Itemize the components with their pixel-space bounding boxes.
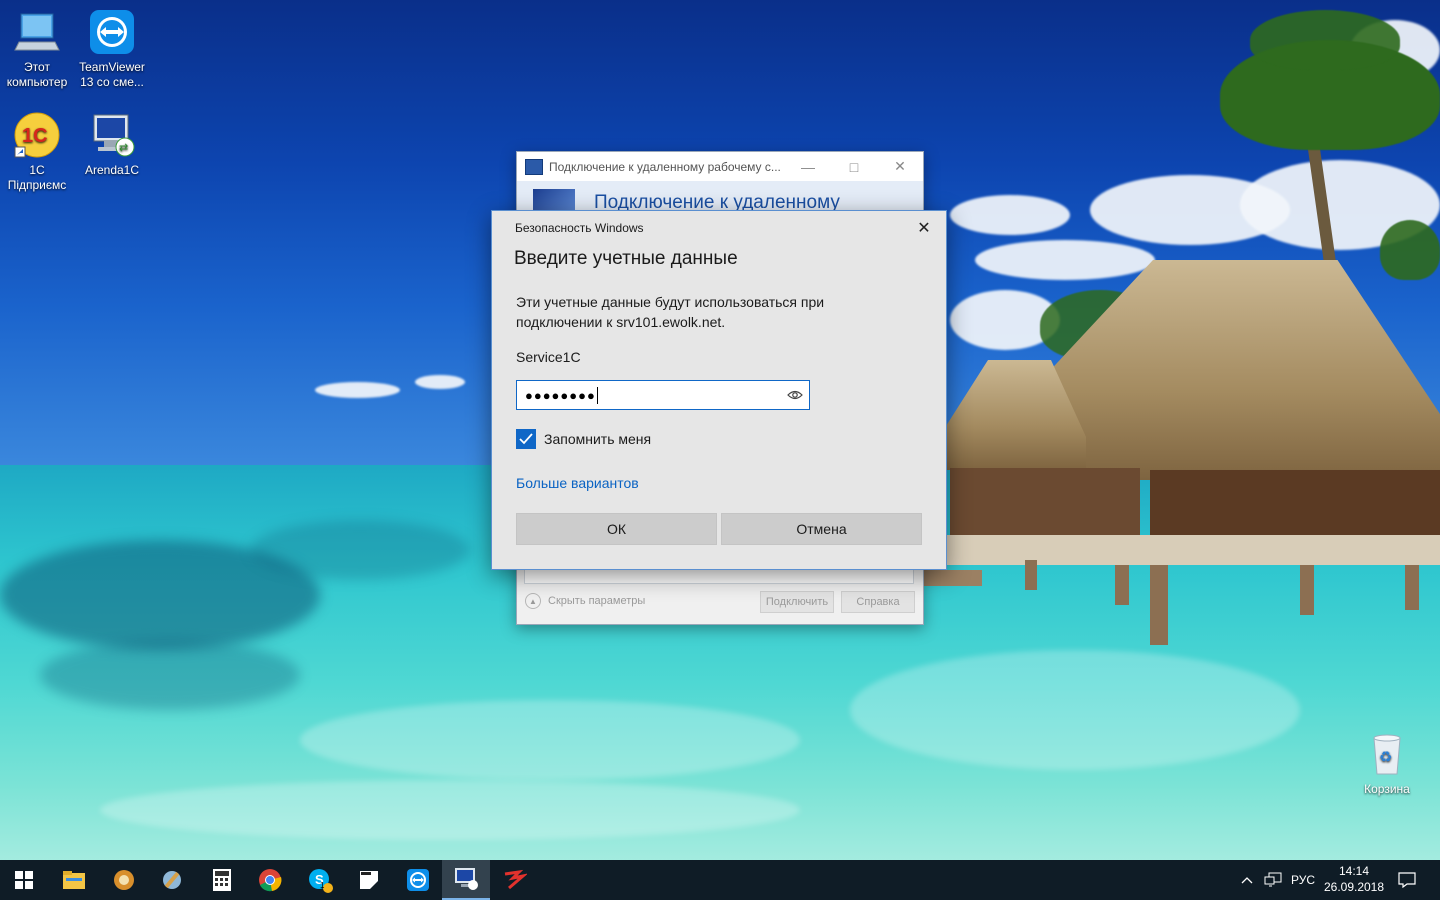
calculator-icon[interactable] [198,860,246,900]
desktop-icon-label: 13 со сме... [80,75,144,89]
desktop-icon-label: компьютер [6,75,68,89]
desktop-icon-label: Корзина [1364,782,1410,796]
minimize-icon[interactable]: — [785,152,831,181]
ok-button[interactable]: ОК [516,513,717,545]
close-icon[interactable]: ✕ [877,152,923,181]
close-icon[interactable]: ✕ [912,217,936,239]
skype-badge-count: 1 [320,881,325,890]
desktop-icon-1c[interactable]: 1C 1С Підприємс [0,111,74,193]
svg-text:♻: ♻ [1379,748,1392,766]
1c-launcher-icon[interactable] [100,860,148,900]
maximize-icon[interactable]: □ [831,152,877,181]
desktop-icon-label: TeamViewer [79,60,145,74]
clock[interactable]: 14:14 26.09.2018 [1318,863,1390,895]
desktop-icon-teamviewer[interactable]: TeamViewer 13 со сме... [75,8,149,90]
windows-security-dialog: Безопасность Windows ✕ Введите учетные д… [491,210,947,570]
taskbar: S 1 РУС 14:14 26.09.2018 [0,860,1440,900]
svg-text:1C: 1C [22,125,48,147]
1c-icon: 1C [13,111,61,159]
desktop-icon-label: Arenda1C [84,163,140,177]
more-options-link[interactable]: Больше вариантов [516,475,639,491]
clock-time: 14:14 [1338,864,1370,878]
text-caret [596,386,598,404]
desktop-icon-label: Этот [24,60,50,74]
rdp-banner: Подключение к удаленному [517,181,923,215]
desktop-icon-label: 1С [29,163,45,177]
dialog-description: Эти учетные данные будут использоваться … [516,294,825,330]
desktop-icon-label: Підприємс [7,178,67,192]
chrome-icon[interactable] [246,860,294,900]
hide-options-label: Скрыть параметры [548,595,646,607]
desktop-icon-this-pc[interactable]: Этот компьютер [0,8,74,90]
start-button[interactable] [0,860,48,900]
remember-me-checkbox[interactable]: Запомнить меня [516,429,651,449]
recycle-bin-icon: ♻ [1363,730,1411,778]
rdp-titlebar[interactable]: Подключение к удаленному рабочему с... —… [517,152,923,181]
remote-desktop-icon: ⇄ [88,111,136,159]
sticky-notes-icon[interactable] [345,860,393,900]
rdp-field[interactable] [524,569,914,584]
teamviewer-taskbar-icon[interactable] [394,860,442,900]
anydesk-like-icon[interactable] [490,860,538,900]
cancel-button[interactable]: Отмена [721,513,922,545]
desktop-icon-arenda1c[interactable]: ⇄ Arenda1C [75,111,149,178]
username-label: Service1C [516,349,581,365]
reveal-password-icon[interactable] [785,387,805,403]
notification-icon[interactable] [1394,860,1420,900]
dialog-heading: Введите учетные данные [514,248,738,269]
rdp-app-icon [525,158,543,175]
rdp-window-title: Подключение к удаленному рабочему с... [549,159,781,174]
rdp-bottom-bar: ▲ Скрыть параметры Подключить Справка [517,569,923,624]
network-icon[interactable] [1262,860,1284,900]
clock-date: 26.09.2018 [1323,880,1385,894]
connect-button[interactable]: Подключить [760,591,834,613]
hide-options-toggle[interactable]: ▲ Скрыть параметры [525,593,645,609]
skype-icon[interactable]: S 1 [296,860,344,900]
teamviewer-icon [88,8,136,56]
password-mask: ●●●●●●●● [525,387,596,403]
language-indicator[interactable]: РУС [1288,860,1318,900]
remember-me-label: Запомнить меня [544,431,652,447]
help-button[interactable]: Справка [841,591,915,613]
checkmark-icon [516,429,536,449]
windows-logo-icon [15,871,33,889]
svg-text:⇄: ⇄ [119,142,128,154]
chevron-up-icon[interactable] [1236,860,1258,900]
settings-wrench-icon[interactable] [148,860,196,900]
desktop-icon-recycle-bin[interactable]: ♻ Корзина [1350,730,1424,797]
chevron-up-icon: ▲ [525,593,541,609]
dialog-title: Безопасность Windows [515,221,644,235]
computer-icon [13,8,61,56]
file-explorer-icon[interactable] [50,860,98,900]
remote-desktop-taskbar-icon[interactable] [442,860,490,900]
password-field[interactable]: ●●●●●●●● [516,380,810,410]
